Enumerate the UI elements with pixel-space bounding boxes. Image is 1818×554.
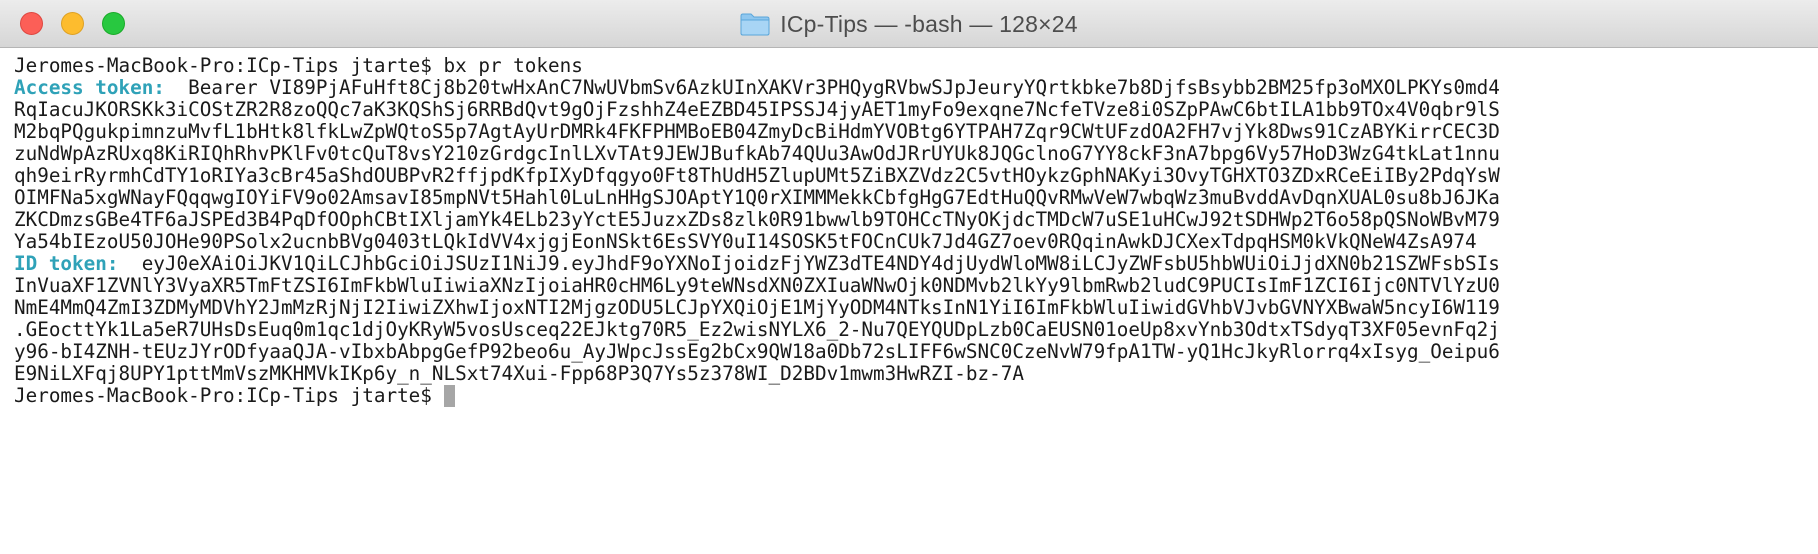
terminal-output[interactable]: Jeromes-MacBook-Pro:ICp-Tips jtarte$ bx … [0,49,1818,554]
access-token-line: RqIacuJKORSKk3iCOStZR2R8zoQQc7aK3KQShSj6… [14,98,1500,121]
window-title-group: ICp-Tips — -bash — 128×24 [0,0,1818,48]
access-token-line: qh9eirRyrmhCdTY1oRIYa3cBr45aShdOUBPvR2ff… [14,164,1500,187]
access-token-line: ZKCDmzsGBe4TF6aJSPEd3B4PqDfOOphCBtIXljam… [14,208,1500,231]
id-token-line: InVuaXF1ZVNlY3VyaXR5TmFtZSI6ImFkbWluIiwi… [14,274,1500,297]
access-token-line-0: Access token: Bearer VI89PjAFuHft8Cj8b20… [14,77,1818,99]
id-token-text: eyJ0eXAiOiJKV1QiLCJhbGciOiJSUzI1NiJ9.eyJ… [118,252,1500,275]
command-line: Jeromes-MacBook-Pro:ICp-Tips jtarte$ bx … [14,54,583,77]
folder-icon [740,13,770,36]
id-token-line: NmE4MmQ4ZmI3ZDMyMDVhY2JmMzRjNjI2IiwiZXhw… [14,296,1500,319]
access-token-line: OIMFNa5xgWNayFQqqwgIOYiFV9o02AmsavI85mpN… [14,186,1500,209]
shell-prompt: Jeromes-MacBook-Pro:ICp-Tips jtarte$ [14,384,444,407]
text-cursor [443,385,455,407]
access-token-label: Access token: [14,76,165,99]
access-token-text: Bearer VI89PjAFuHft8Cj8b20twHxAnC7NwUVbm… [164,76,1500,99]
title-bar[interactable]: ICp-Tips — -bash — 128×24 [0,0,1818,48]
id-token-line: E9NiLXFqj8UPY1pttMmVszMKHMVkIKp6y_n_NLSx… [14,362,1024,385]
access-token-line: M2bqPQgukpimnzuMvfL1bHtk8lfkLwZpWQtoS5p7… [14,120,1500,143]
id-token-line-0: ID token: eyJ0eXAiOiJKV1QiLCJhbGciOiJSUz… [14,253,1818,275]
id-token-line: y96-bI4ZNH-tEUzJYrODfyaaQJA-vIbxbAbpgGef… [14,340,1500,363]
id-token-label: ID token: [14,252,119,275]
id-token-line: .GEocttYk1La5eR7UHsDsEuq0m1qc1djOyKRyW5v… [14,318,1500,341]
access-token-line: zuNdWpAzRUxq8KiRIQhRhvPKlFv0tcQuT8vsY210… [14,142,1500,165]
terminal-window: ICp-Tips — -bash — 128×24 Jeromes-MacBoo… [0,0,1818,554]
window-title: ICp-Tips — -bash — 128×24 [780,10,1078,37]
access-token-line: Ya54bIEzoU50JOHe90PSolx2ucnbBVg0403tLQkI… [14,230,1477,253]
prompt-line[interactable]: Jeromes-MacBook-Pro:ICp-Tips jtarte$ [14,385,1818,407]
